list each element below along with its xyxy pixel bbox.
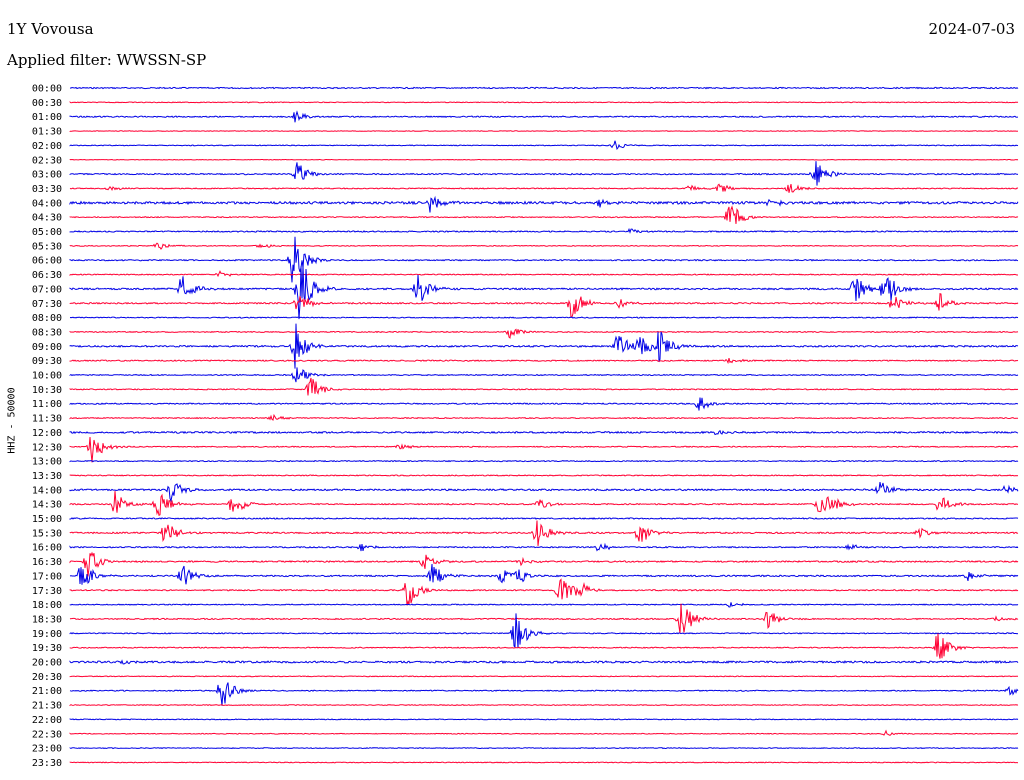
- time-label: 06:30: [32, 270, 62, 281]
- time-label: 10:30: [32, 385, 62, 396]
- time-label: 00:00: [32, 84, 62, 95]
- time-label: 05:00: [32, 227, 62, 238]
- trace-line: [69, 264, 1019, 320]
- time-label: 03:00: [32, 170, 62, 181]
- time-label: 17:30: [32, 586, 62, 597]
- trace-line: [69, 101, 1019, 104]
- trace-line: [69, 517, 1019, 520]
- trace-line: [69, 183, 1019, 193]
- trace-line: [69, 293, 1019, 318]
- time-label: 14:30: [32, 500, 62, 511]
- time-label: 18:30: [32, 614, 62, 625]
- trace-line: [69, 227, 1018, 234]
- trace-line: [69, 482, 1019, 503]
- time-label: 19:30: [32, 643, 62, 654]
- time-label: 03:30: [32, 184, 62, 195]
- trace-line: [69, 659, 1019, 665]
- trace-line: [69, 270, 1018, 278]
- trace-line: [69, 704, 1019, 707]
- trace-line: [69, 413, 1019, 421]
- trace-line: [69, 429, 1019, 436]
- time-label: 12:00: [32, 428, 62, 439]
- time-label: 08:30: [32, 327, 62, 338]
- trace-line: [69, 86, 1019, 90]
- trace-line: [69, 578, 1019, 606]
- trace-line: [69, 633, 1019, 659]
- time-label: 08:00: [32, 313, 62, 324]
- trace-line: [69, 316, 1019, 319]
- trace-line: [69, 158, 1019, 161]
- trace-line: [69, 161, 1019, 186]
- time-label: 23:30: [32, 758, 62, 769]
- trace-line: [69, 474, 1019, 477]
- time-label: 04:30: [32, 213, 62, 224]
- trace-line: [69, 491, 1018, 517]
- time-label: 21:30: [32, 701, 62, 712]
- trace-line: [69, 563, 1019, 585]
- time-label: 01:30: [32, 127, 62, 138]
- time-label: 07:30: [32, 299, 62, 310]
- trace-line: [69, 323, 1019, 369]
- time-label: 16:30: [32, 557, 62, 568]
- time-label: 13:00: [32, 457, 62, 468]
- time-label: 00:30: [32, 98, 62, 109]
- time-label: 17:00: [32, 571, 62, 582]
- trace-line: [69, 328, 1019, 339]
- time-label: 02:00: [32, 141, 62, 152]
- trace-line: [69, 357, 1019, 365]
- time-label: 10:00: [32, 371, 62, 382]
- time-label: 15:00: [32, 514, 62, 525]
- trace-line: [69, 377, 1019, 396]
- trace-line: [69, 367, 1019, 383]
- time-label: 11:00: [32, 399, 62, 410]
- trace-line: [69, 397, 1019, 411]
- time-label: 02:30: [32, 155, 62, 166]
- trace-line: [69, 682, 1019, 706]
- trace-line: [69, 236, 1019, 283]
- trace-line: [69, 603, 1019, 634]
- time-label: 22:30: [32, 729, 62, 740]
- time-label: 19:00: [32, 629, 62, 640]
- time-label: 16:00: [32, 543, 62, 554]
- time-label: 13:30: [32, 471, 62, 482]
- trace-line: [69, 747, 1019, 750]
- time-label: 05:30: [32, 241, 62, 252]
- time-label: 09:00: [32, 342, 62, 353]
- trace-line: [69, 130, 1019, 132]
- trace-line: [69, 520, 1019, 546]
- time-label: 20:30: [32, 672, 62, 683]
- trace-line: [69, 110, 1018, 123]
- time-label: 04:00: [32, 198, 62, 209]
- trace-line: [69, 602, 1019, 608]
- time-label: 18:00: [32, 600, 62, 611]
- time-label: 15:30: [32, 528, 62, 539]
- trace-line: [69, 675, 1018, 678]
- trace-line: [69, 140, 1019, 150]
- trace-line: [69, 205, 1019, 224]
- trace-line: [69, 729, 1018, 736]
- seismogram-plot: 00:00 00:30 01:00 01:30 02:00 02:30 03:00 03:30…: [32, 84, 1019, 769]
- time-label: 11:30: [32, 414, 62, 425]
- time-label: 14:00: [32, 485, 62, 496]
- time-label: 22:00: [32, 715, 62, 726]
- trace-line: [69, 195, 1019, 213]
- time-label: 09:30: [32, 356, 62, 367]
- trace-line: [69, 459, 1019, 463]
- trace-line: [69, 242, 1019, 250]
- time-label: 23:00: [32, 744, 62, 755]
- trace-line: [69, 761, 1019, 764]
- trace-line: [69, 718, 1019, 721]
- trace-line: [69, 551, 1019, 577]
- time-label: 07:00: [32, 284, 62, 295]
- time-label: 21:00: [32, 686, 62, 697]
- time-label: 06:00: [32, 256, 62, 267]
- trace-line: [69, 436, 1019, 463]
- time-label: 20:00: [32, 658, 62, 669]
- time-label: 01:00: [32, 112, 62, 123]
- trace-line: [69, 542, 1019, 552]
- time-label: 12:30: [32, 442, 62, 453]
